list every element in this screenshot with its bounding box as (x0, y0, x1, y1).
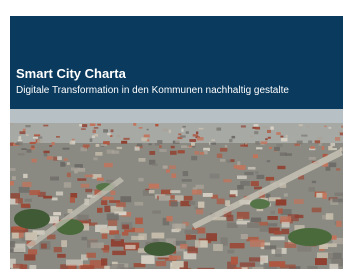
cover-title: Smart City Charta (16, 66, 126, 81)
aerial-city-photo (10, 109, 343, 269)
publication-cover: Smart City Charta Digitale Transformatio… (10, 16, 343, 269)
cover-subtitle: Digitale Transformation in den Kommunen … (16, 85, 289, 96)
cover-header-band: Smart City Charta Digitale Transformatio… (10, 16, 343, 109)
